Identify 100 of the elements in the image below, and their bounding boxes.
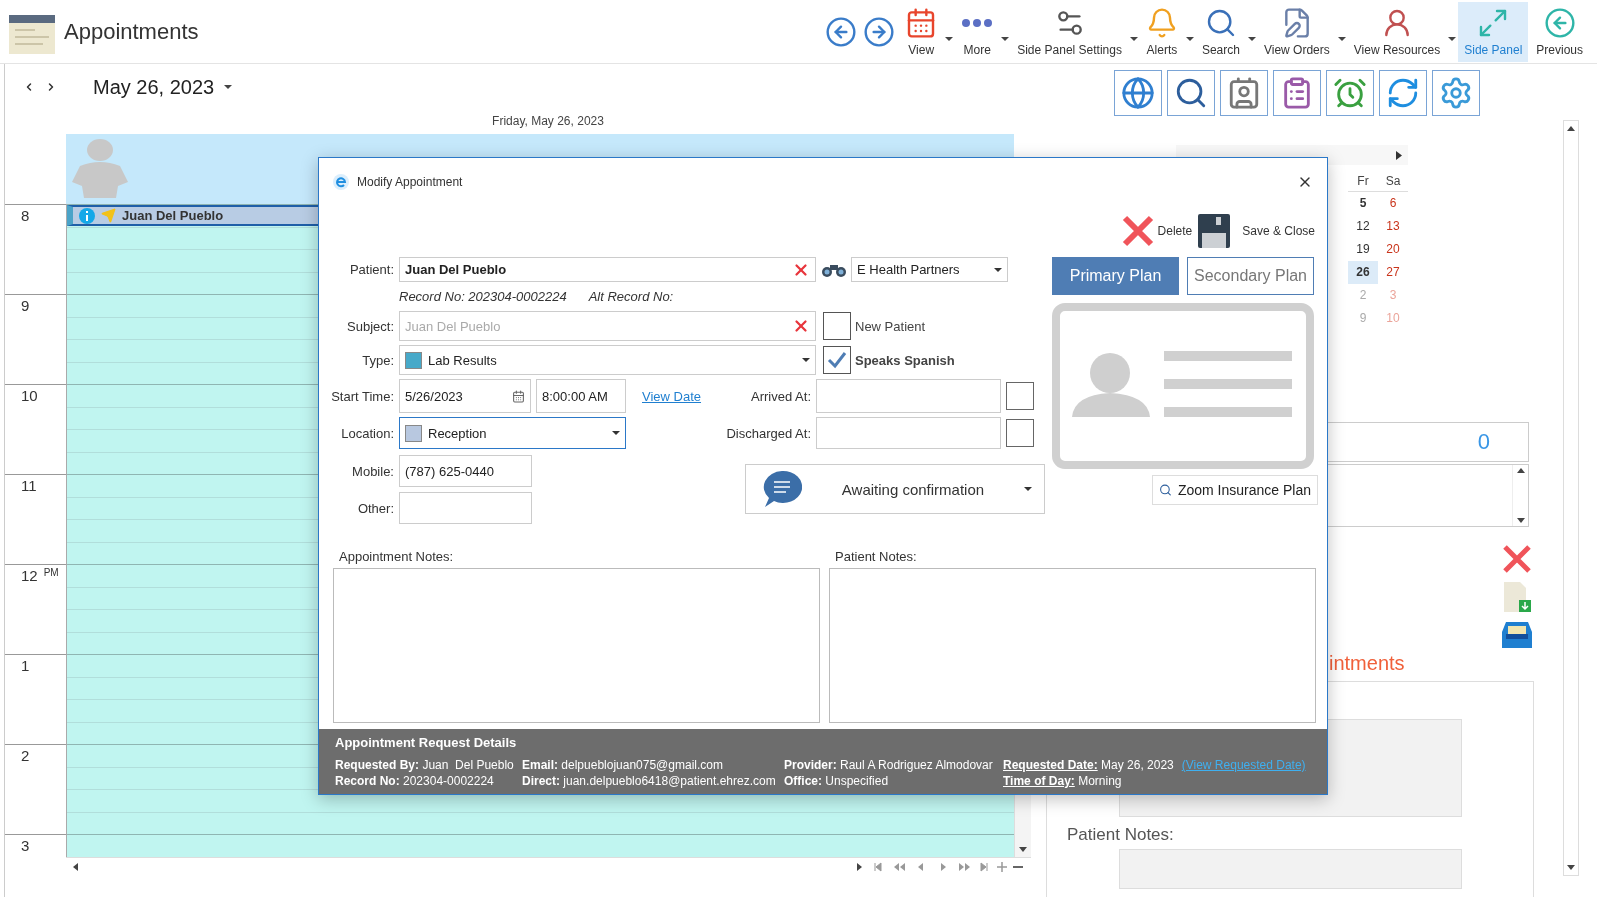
scroll-left-icon[interactable]	[72, 862, 80, 871]
toolbar-button[interactable]: Alerts	[1139, 1, 1184, 62]
detail-text: Office: Unspecified	[784, 773, 889, 789]
field-label: Type:	[361, 352, 395, 368]
toolbar-button[interactable]: View Resources	[1347, 1, 1447, 62]
section-title: intments	[1329, 652, 1406, 676]
search-button[interactable]	[1167, 70, 1215, 116]
weekday-header: Fr	[1348, 170, 1378, 192]
notes-label: Patient Notes:	[834, 549, 918, 566]
view-date-link[interactable]: View Date	[642, 388, 701, 404]
checkbox[interactable]	[823, 312, 851, 340]
globe-icon	[1121, 76, 1155, 110]
toolbar-button[interactable]: More	[955, 1, 1000, 62]
calendar-icon[interactable]	[512, 389, 525, 403]
inbox-tray-icon[interactable]	[1502, 620, 1532, 648]
subject-input[interactable]: Juan Del Pueblo	[405, 318, 786, 334]
pager-drawing[interactable]	[873, 861, 1023, 872]
settings-button[interactable]	[1432, 70, 1480, 116]
refresh-button[interactable]	[1379, 70, 1427, 116]
plan-tab[interactable]: Primary Plan	[1052, 257, 1179, 295]
type-dropdown[interactable]: Lab Results	[399, 345, 816, 375]
calendar-day[interactable]: 13	[1378, 215, 1408, 238]
window-title: Appointments	[64, 18, 199, 45]
calendar-day[interactable]: 20	[1378, 238, 1408, 261]
calendar-day[interactable]: 12	[1348, 215, 1378, 238]
patient-input[interactable]: Juan Del Pueblo	[405, 262, 786, 277]
location-dropdown[interactable]: Reception	[399, 417, 626, 449]
alarm-clock-icon	[1333, 76, 1367, 110]
clear-icon[interactable]	[792, 317, 810, 335]
checkbox[interactable]	[823, 346, 851, 374]
checkbox[interactable]	[1006, 382, 1034, 410]
hour-label: 2	[21, 747, 30, 764]
zoom-insurance-button[interactable]: Zoom Insurance Plan	[1152, 475, 1318, 505]
checkbox-label: Speaks Spanish	[855, 352, 955, 368]
plan-tab[interactable]: Secondary Plan	[1187, 257, 1314, 295]
scroll-right-icon[interactable]	[855, 862, 863, 871]
status-dropdown[interactable]: Awaiting confirmation	[745, 464, 1045, 514]
contact-card-icon	[1227, 76, 1261, 110]
checkbox-label: New Patient	[855, 318, 926, 334]
toolbar-button[interactable]: Search	[1195, 1, 1246, 62]
toolbar-button[interactable]: Previous	[1530, 1, 1589, 62]
calendar-day[interactable]: 27	[1378, 261, 1408, 284]
paper-plane-icon	[101, 208, 116, 223]
calendar-day[interactable]: 19	[1348, 238, 1378, 261]
patient-notes-field[interactable]	[829, 568, 1316, 723]
clipboard-list-button[interactable]	[1273, 70, 1321, 116]
hour-label: 10	[21, 387, 38, 404]
toolbar-button[interactable]: Side Panel	[1458, 1, 1529, 62]
detail-text: Direct: juan.delpueblo6418@patient.ehrez.com	[522, 773, 776, 789]
dropdown-caret-icon[interactable]	[1185, 36, 1194, 41]
document-download-icon[interactable]	[1502, 582, 1532, 612]
scroll-up-icon[interactable]	[1516, 468, 1525, 473]
alarm-clock-button[interactable]	[1326, 70, 1374, 116]
search-icon	[1174, 76, 1208, 110]
toolbar-button[interactable]: View Orders	[1257, 1, 1336, 62]
current-date[interactable]: May 26, 2023	[93, 75, 215, 99]
calendar-day[interactable]: 6	[1378, 192, 1408, 215]
hour-label: 12	[21, 567, 38, 584]
settings-icon	[1439, 76, 1473, 110]
scroll-down-icon[interactable]	[1516, 518, 1525, 523]
scrollbar[interactable]	[1563, 120, 1579, 876]
dropdown-caret-icon[interactable]	[945, 36, 954, 41]
checkbox[interactable]	[1006, 419, 1034, 447]
refresh-icon	[1386, 76, 1420, 110]
calendar-day[interactable]: 5	[1348, 192, 1378, 215]
field-label: Discharged At:	[725, 425, 812, 441]
other-field[interactable]	[399, 492, 532, 524]
network-globe-button[interactable]	[1114, 70, 1162, 116]
insurer-dropdown[interactable]: E Health Partners	[851, 257, 1008, 282]
patient-field[interactable]: Juan Del Pueblo	[399, 257, 816, 282]
field-label: Patient:	[348, 262, 395, 277]
appointment-notes-field[interactable]	[333, 568, 820, 723]
dropdown-caret-icon[interactable]	[1129, 36, 1138, 41]
scroll-up-icon[interactable]	[1567, 126, 1575, 131]
dots-icon	[961, 17, 994, 28]
toolbar-button[interactable]: Side Panel Settings	[1011, 1, 1128, 62]
scroll-down-icon[interactable]	[1567, 865, 1575, 870]
mobile-field[interactable]: (787) 625-0440	[399, 455, 532, 487]
delete-button[interactable]: Delete	[1121, 215, 1193, 247]
alt-record-number: Alt Record No:	[588, 289, 674, 304]
scroll-down-icon[interactable]	[1019, 847, 1027, 853]
detail-text: Provider: Raul A Rodriguez Almodovar	[784, 757, 993, 773]
delete-icon[interactable]	[1502, 544, 1532, 574]
delete-icon	[1121, 215, 1154, 247]
contact-card-button[interactable]	[1220, 70, 1268, 116]
date-field[interactable]: 5/26/2023	[399, 379, 531, 413]
dropdown-caret-icon[interactable]	[1247, 36, 1256, 41]
dropdown-caret-icon[interactable]	[1337, 36, 1346, 41]
time-field[interactable]: 8:00:00 AM	[536, 379, 626, 413]
subject-field[interactable]: Juan Del Pueblo	[399, 311, 816, 341]
toolbar-button[interactable]: View	[899, 1, 944, 62]
next-month-icon[interactable]	[1396, 150, 1402, 160]
discharged-field[interactable]	[816, 417, 1001, 449]
field-label: Arrived At:	[750, 388, 812, 404]
dropdown-caret-icon[interactable]	[1001, 36, 1010, 41]
calendar-day[interactable]: 26	[1348, 261, 1378, 284]
save-close-button[interactable]: Save & Close	[1198, 214, 1315, 248]
detail-text: Time of Day: Morning	[1003, 773, 1122, 789]
arrived-field[interactable]	[816, 379, 1001, 413]
date-caret-icon[interactable]	[224, 85, 233, 89]
